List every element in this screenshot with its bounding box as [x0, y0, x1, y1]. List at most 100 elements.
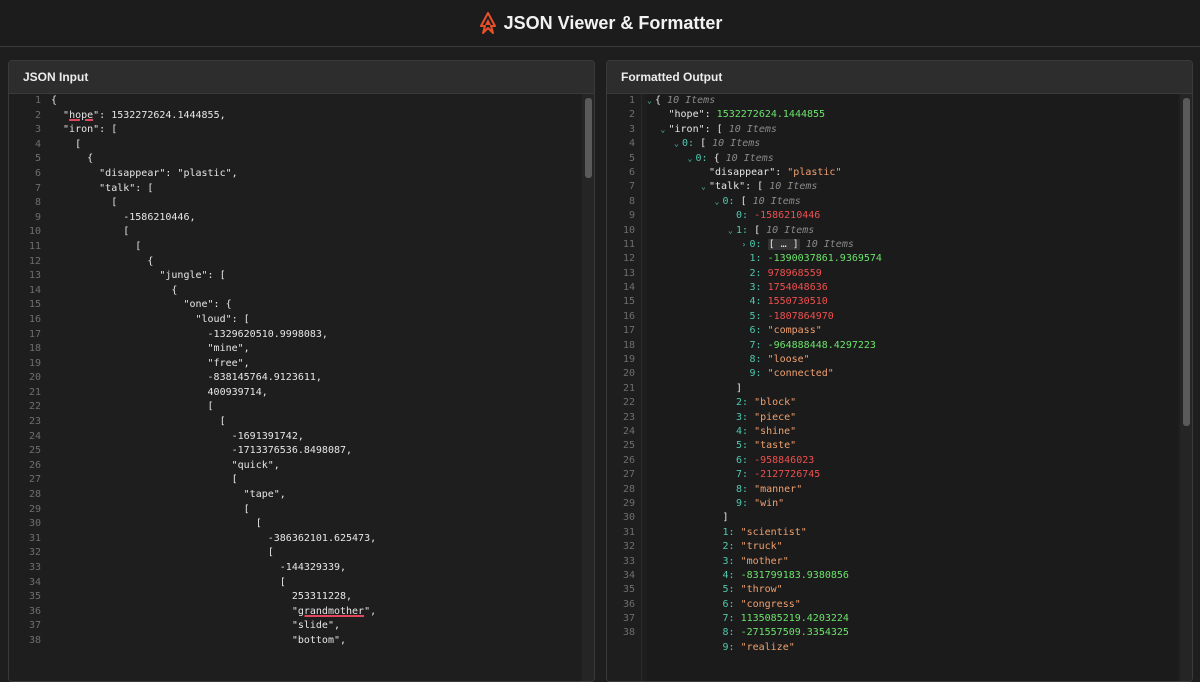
line-number: 26 — [28, 459, 41, 471]
tree-row: 4: 1550730510 — [647, 295, 1178, 309]
tree-row[interactable]: ⌄ 0: { 10 Items — [647, 152, 1178, 166]
formatted-output-viewer: 1 2 3 4 5 6 7 8 9 10 11 12 13 14 15 16 17 18 19 20 21 22 23 24 2… — [607, 94, 1192, 681]
code-line[interactable]: "tape", — [51, 488, 580, 503]
tree-index: 8: — [736, 483, 755, 495]
code-line[interactable]: { — [51, 284, 580, 299]
code-line[interactable]: 400939714, — [51, 386, 580, 401]
code-line[interactable]: "grandmother", — [51, 605, 580, 620]
item-count: 10 Items — [805, 238, 854, 250]
code-line[interactable]: -386362101.625473, — [51, 532, 580, 547]
code-line[interactable]: "jungle": [ — [51, 269, 580, 284]
code-line[interactable]: [ — [51, 415, 580, 430]
code-line[interactable]: "disappear": "plastic", — [51, 167, 580, 182]
tree-value: -2127726745 — [754, 469, 821, 481]
tree-row[interactable]: ⌄{ 10 Items — [647, 94, 1178, 108]
tree-value: "manner" — [754, 483, 803, 495]
tree-key: "iron": — [668, 123, 717, 135]
code-line[interactable]: "one": { — [51, 298, 580, 313]
line-number: 27 — [28, 474, 41, 486]
code-line[interactable]: [ — [51, 400, 580, 415]
chevron-down-icon[interactable]: ⌄ — [688, 152, 696, 166]
code-line[interactable]: [ — [51, 225, 580, 240]
tree-row: 3: "piece" — [647, 411, 1178, 425]
output-scrollbar-thumb[interactable] — [1183, 98, 1190, 426]
tree-index: 8: — [722, 627, 741, 639]
tree-row: 6: "congress" — [647, 598, 1178, 612]
tree-value: "scientist" — [740, 526, 807, 538]
code-line[interactable]: [ — [51, 546, 580, 561]
code-line[interactable]: -838145764.9123611, — [51, 371, 580, 386]
chevron-down-icon[interactable]: ⌄ — [674, 137, 682, 151]
tree-row: "hope": 1532272624.1444855 — [647, 108, 1178, 122]
tree-row: 6: -958846023 — [647, 454, 1178, 468]
tree-row[interactable]: › 0: [ … ] 10 Items — [647, 238, 1178, 252]
tree-row: ] — [647, 382, 1178, 396]
output-scrollbar[interactable] — [1180, 94, 1192, 681]
code-line[interactable]: -144329339, — [51, 561, 580, 576]
tree-row: 9: "connected" — [647, 367, 1178, 381]
tree-row[interactable]: ⌄ "talk": [ 10 Items — [647, 180, 1178, 194]
code-line[interactable]: [ — [51, 517, 580, 532]
code-line[interactable]: -1329620510.9998083, — [51, 328, 580, 343]
code-line[interactable]: -1713376536.8498087, — [51, 444, 580, 459]
tree-row[interactable]: ⌄ "iron": [ 10 Items — [647, 123, 1178, 137]
code-line[interactable]: "talk": [ — [51, 182, 580, 197]
chevron-down-icon[interactable]: ⌄ — [715, 195, 723, 209]
code-line[interactable]: { — [51, 152, 580, 167]
line-number: 38 — [28, 634, 41, 646]
line-number: 33 — [28, 562, 41, 573]
item-count: 10 Items — [766, 224, 815, 236]
line-number: 29 — [622, 497, 635, 509]
code-line[interactable]: [ — [51, 473, 580, 488]
chevron-down-icon[interactable]: ⌄ — [701, 180, 709, 194]
code-line[interactable]: -1586210446, — [51, 211, 580, 226]
tree-value: 1754048636 — [767, 282, 828, 294]
code-line[interactable]: [ — [51, 138, 580, 153]
chevron-down-icon[interactable]: ⌄ — [728, 224, 736, 238]
code-line[interactable]: -1691391742, — [51, 430, 580, 445]
code-line[interactable]: [ — [51, 240, 580, 255]
tree-row: "disappear": "plastic" — [647, 166, 1178, 180]
tree-value: 978968559 — [767, 267, 822, 279]
code-line[interactable]: "quick", — [51, 459, 580, 474]
code-line[interactable]: "hope": 1532272624.1444855, — [51, 109, 580, 124]
code-line[interactable]: 253311228, — [51, 590, 580, 605]
code-area[interactable]: { "hope": 1532272624.1444855, "iron": [ … — [51, 94, 580, 649]
input-scrollbar[interactable] — [582, 94, 594, 681]
tree-row[interactable]: ⌄ 1: [ 10 Items — [647, 224, 1178, 238]
tree-index: 3: — [736, 411, 755, 423]
code-line[interactable]: "bottom", — [51, 634, 580, 649]
tree-value: "truck" — [740, 541, 783, 553]
line-number: 10 — [622, 224, 635, 236]
code-line[interactable]: "iron": [ — [51, 123, 580, 138]
tree-row[interactable]: ⌄ 0: [ 10 Items — [647, 195, 1178, 209]
tree-row: 3: 1754048636 — [647, 281, 1178, 295]
line-number: 33 — [622, 555, 635, 567]
chevron-down-icon[interactable]: ⌄ — [661, 123, 669, 137]
line-number: 22 — [28, 401, 41, 413]
code-line[interactable]: [ — [51, 576, 580, 591]
chevron-right-icon[interactable]: › — [742, 238, 750, 252]
tree-row: 3: "mother" — [647, 555, 1178, 569]
code-line[interactable]: { — [51, 94, 580, 109]
line-number: 34 — [622, 569, 635, 581]
line-number: 23 — [28, 416, 41, 428]
line-number: 19 — [622, 354, 635, 366]
json-input-editor[interactable]: 1 2 3 4 5 6 7 8 9 10 11 12 13 14 15 16 17 18 19 20 21 22 23 24 2… — [9, 94, 594, 681]
input-scrollbar-thumb[interactable] — [585, 98, 592, 178]
line-number: 2 — [628, 109, 635, 121]
code-line[interactable]: "mine", — [51, 342, 580, 357]
code-line[interactable]: [ — [51, 503, 580, 518]
code-line[interactable]: [ — [51, 196, 580, 211]
tree-value: "connected" — [767, 368, 834, 380]
chevron-down-icon[interactable]: ⌄ — [647, 94, 655, 108]
code-line[interactable]: "free", — [51, 357, 580, 372]
code-line[interactable]: "slide", — [51, 619, 580, 634]
code-line[interactable]: { — [51, 255, 580, 270]
tree-key: "hope": — [668, 109, 717, 121]
code-line[interactable]: "loud": [ — [51, 313, 580, 328]
collapsed-placeholder[interactable]: [ … ] — [767, 238, 800, 250]
line-number: 28 — [622, 483, 635, 495]
tree-row[interactable]: ⌄ 0: [ 10 Items — [647, 137, 1178, 151]
tree-row: 6: "compass" — [647, 324, 1178, 338]
